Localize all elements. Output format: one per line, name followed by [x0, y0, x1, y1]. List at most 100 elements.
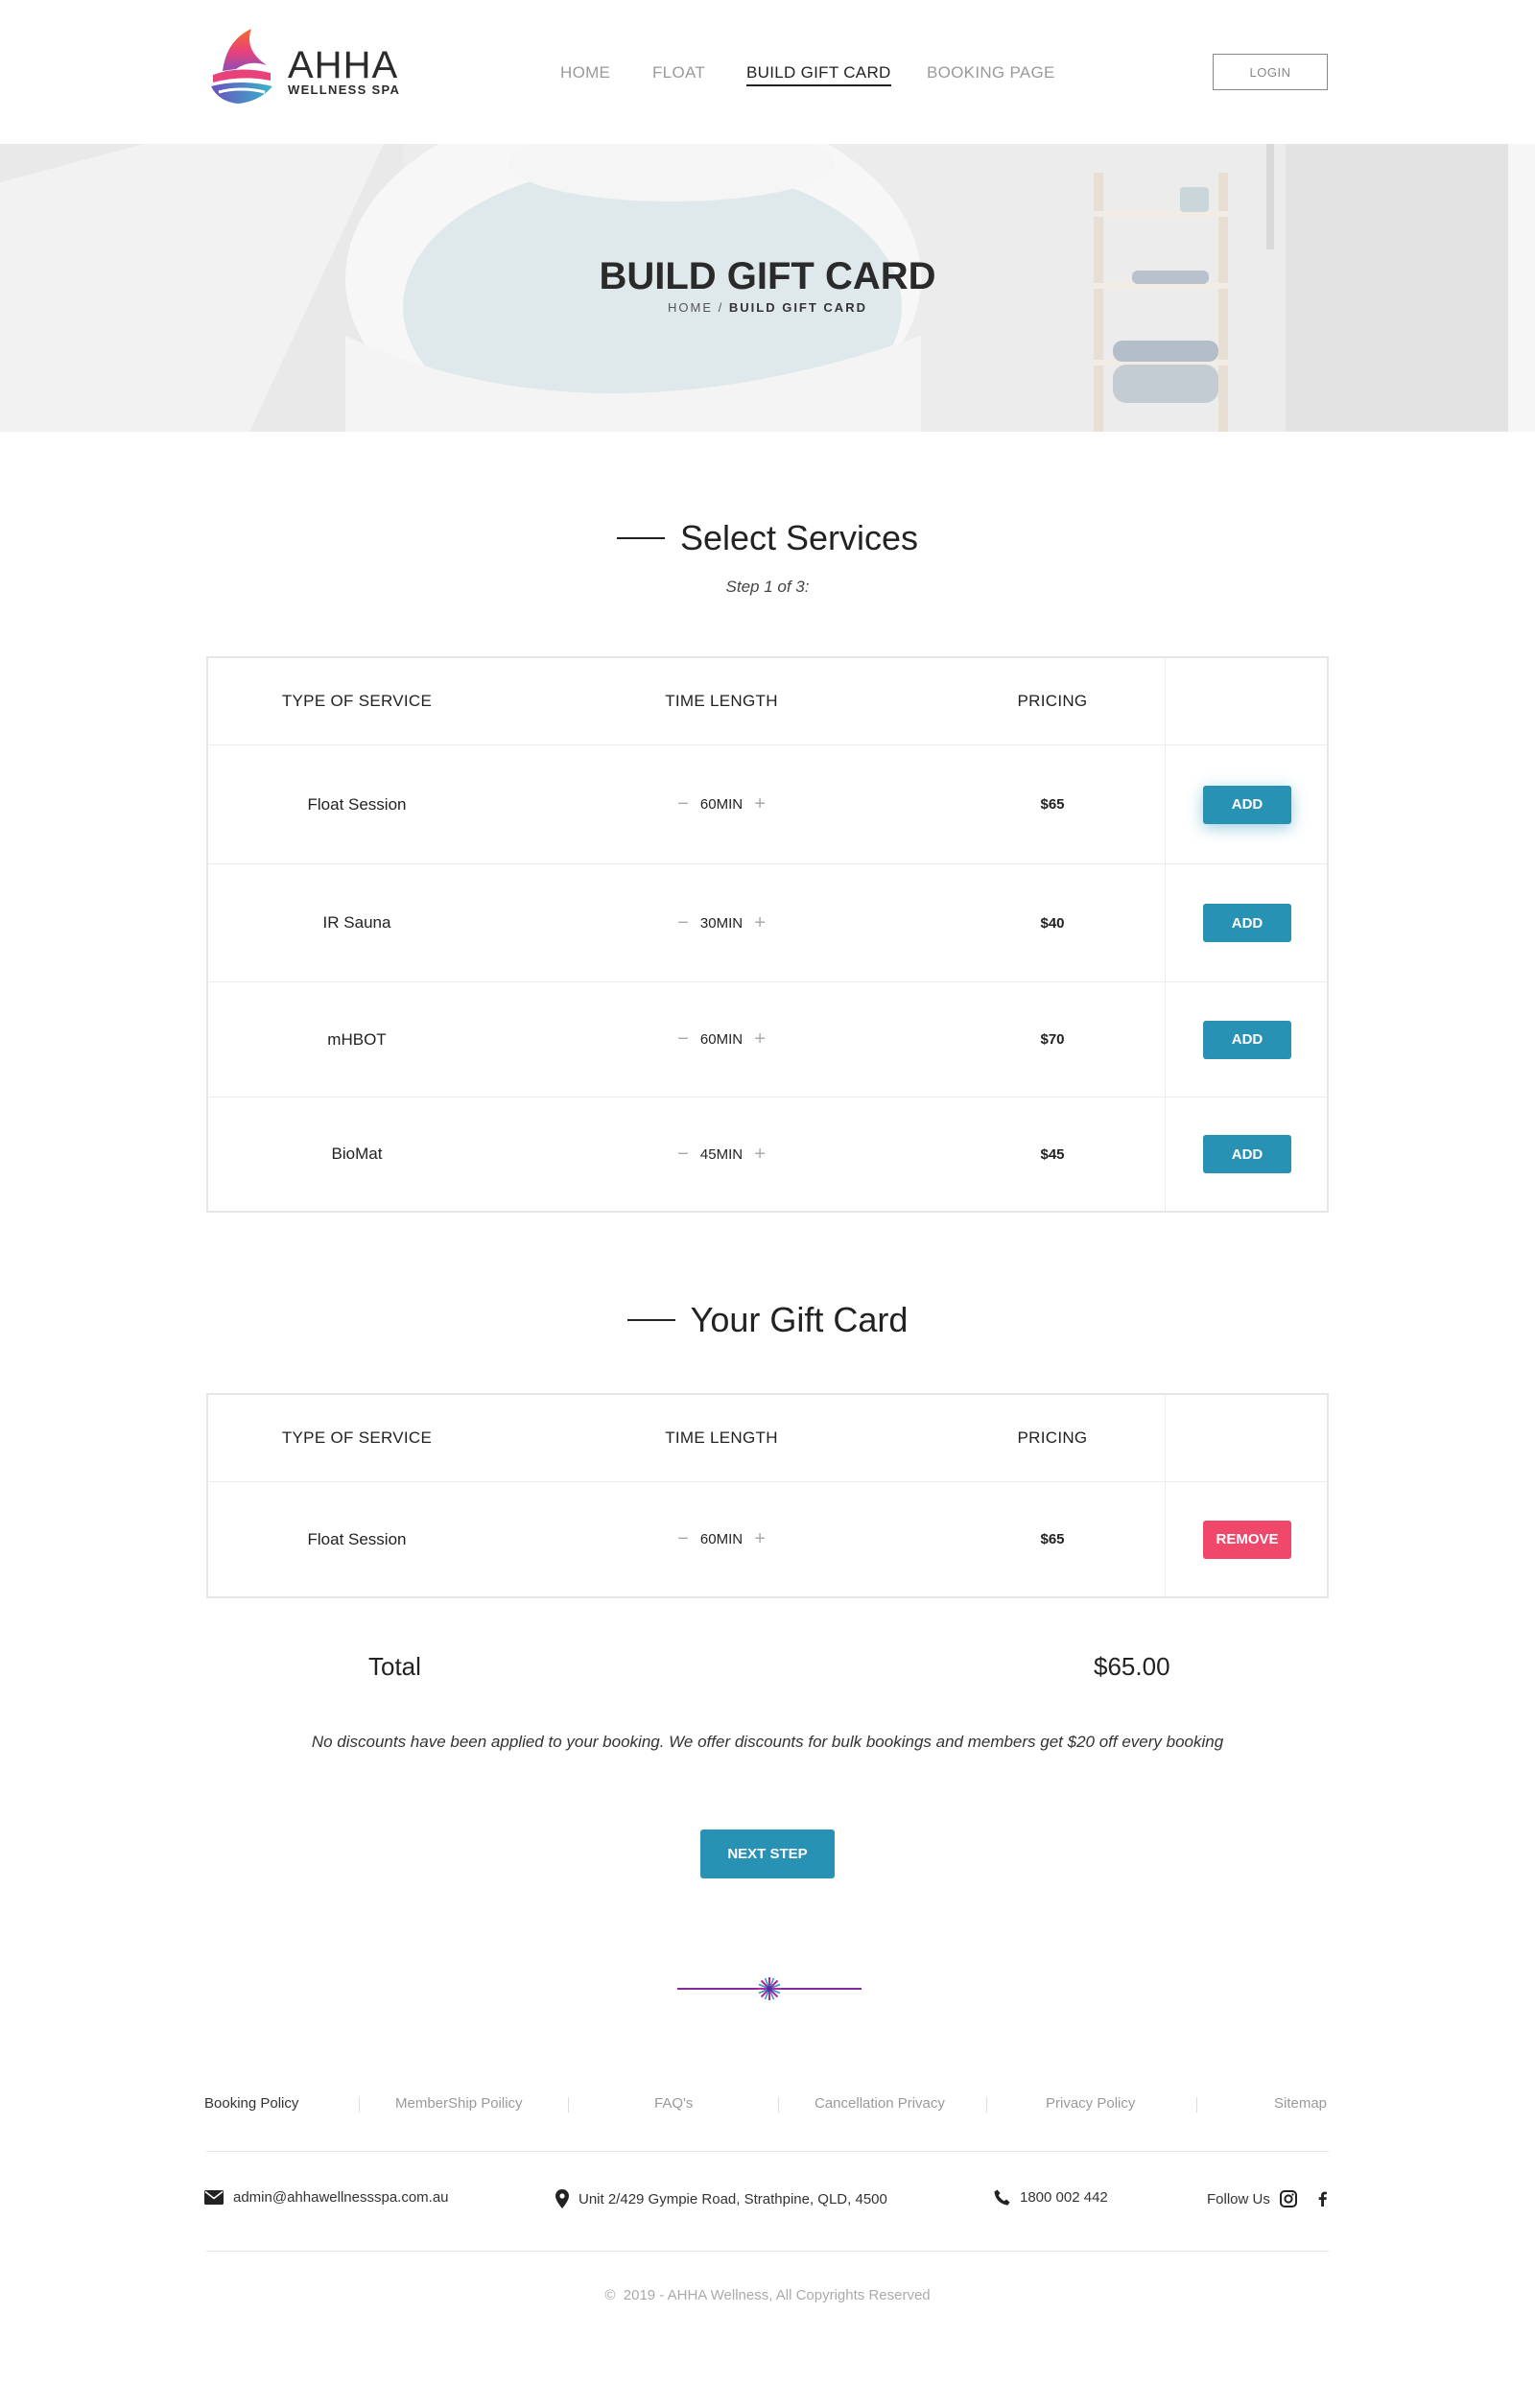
column-header-action	[1165, 658, 1329, 744]
select-services-title: Select Services	[679, 518, 919, 557]
column-header-price: PRICING	[1017, 692, 1088, 710]
footer-email: admin@ahhawellnessspa.com.au	[204, 2189, 449, 2206]
plus-icon[interactable]: +	[743, 1528, 777, 1550]
plus-icon[interactable]: +	[743, 793, 777, 815]
price-value: $65	[1040, 796, 1065, 813]
minus-icon[interactable]: −	[666, 912, 700, 934]
add-button[interactable]: ADD	[1203, 1135, 1291, 1173]
minus-icon[interactable]: −	[666, 1144, 700, 1166]
nav-item-booking-page[interactable]: BOOKING PAGE	[927, 63, 1055, 83]
email-link[interactable]: admin@ahhawellnessspa.com.au	[233, 2189, 449, 2206]
nav-item-float[interactable]: FLOAT	[652, 63, 705, 83]
heading-rule	[626, 1319, 675, 1321]
footer-divider	[206, 2251, 1329, 2252]
follow-label: Follow Us	[1207, 2190, 1270, 2207]
service-name: mHBOT	[327, 1029, 387, 1049]
service-name: Float Session	[307, 794, 407, 814]
breadcrumb-separator: /	[718, 300, 724, 315]
mail-icon	[204, 2190, 224, 2205]
breadcrumb: HOME / BUILD GIFT CARD	[0, 300, 1535, 315]
remove-button[interactable]: REMOVE	[1203, 1520, 1291, 1559]
price-cell: $70	[937, 982, 1168, 1097]
plus-icon[interactable]: +	[743, 1144, 777, 1166]
time-stepper: − 45MIN +	[506, 1098, 937, 1211]
breadcrumb-home[interactable]: HOME	[668, 300, 713, 315]
heading-rule	[616, 537, 665, 539]
footer-separator	[1196, 2097, 1197, 2113]
price-value: $40	[1040, 914, 1065, 932]
location-pin-icon	[555, 2189, 569, 2208]
action-cell: ADD	[1165, 982, 1329, 1097]
time-value: 30MIN	[699, 914, 744, 932]
plus-icon[interactable]: +	[743, 1028, 777, 1051]
time-stepper: − 60MIN +	[506, 745, 937, 863]
action-cell: ADD	[1165, 1098, 1329, 1211]
price-value: $70	[1040, 1031, 1065, 1048]
add-button[interactable]: ADD	[1203, 904, 1291, 942]
total-value: $65.00	[1094, 1652, 1170, 1681]
action-cell: REMOVE	[1165, 1482, 1329, 1596]
site-header: AHHA WELLNESS SPA HOME FLOAT BUILD GIFT …	[0, 0, 1535, 144]
add-button[interactable]: ADD	[1203, 1020, 1291, 1059]
copyright-symbol: ©	[604, 2287, 616, 2303]
service-name: BioMat	[331, 1145, 383, 1163]
facebook-icon[interactable]	[1318, 2191, 1327, 2207]
phone-link[interactable]: 1800 002 442	[1020, 2189, 1108, 2206]
instagram-icon[interactable]	[1279, 2190, 1297, 2207]
time-value: 45MIN	[699, 1145, 744, 1163]
social-follow: Follow Us	[1207, 2190, 1327, 2207]
login-button[interactable]: LOGIN	[1213, 54, 1328, 90]
table-header-row: TYPE OF SERVICE TIME LENGTH PRICING	[208, 658, 1327, 744]
gift-card-title: Your Gift Card	[690, 1300, 909, 1339]
footer-separator	[778, 2097, 779, 2113]
price-value: $65	[1040, 1531, 1065, 1547]
table-row: BioMat − 45MIN + $45 ADD	[208, 1097, 1327, 1211]
action-cell: ADD	[1165, 864, 1329, 981]
copyright-text: 2019 - AHHA Wellness, All Copyrights Res…	[623, 2287, 931, 2303]
starburst-divider-icon	[677, 1977, 862, 2000]
time-value: 60MIN	[699, 1531, 744, 1547]
footer-link-faqs[interactable]: FAQ's	[654, 2095, 693, 2112]
footer-link-privacy-policy[interactable]: Privacy Policy	[1046, 2095, 1135, 2112]
services-table: TYPE OF SERVICE TIME LENGTH PRICING Floa…	[206, 656, 1329, 1213]
time-stepper: − 60MIN +	[506, 1482, 937, 1596]
add-button[interactable]: ADD	[1203, 785, 1291, 824]
footer-separator	[568, 2097, 569, 2113]
footer-separator	[359, 2097, 360, 2113]
footer-link-sitemap[interactable]: Sitemap	[1274, 2095, 1327, 2112]
gift-card-table: TYPE OF SERVICE TIME LENGTH PRICING Floa…	[206, 1393, 1329, 1598]
footer-link-membership-policy[interactable]: MemberShip Poilicy	[395, 2095, 523, 2112]
minus-icon[interactable]: −	[666, 1028, 700, 1051]
footer-link-cancellation-privacy[interactable]: Cancellation Privacy	[815, 2095, 945, 2112]
copyright: © 2019 - AHHA Wellness, All Copyrights R…	[0, 2287, 1535, 2303]
address-text: Unit 2/429 Gympie Road, Strathpine, QLD,…	[579, 2190, 887, 2207]
column-header-type: TYPE OF SERVICE	[281, 692, 433, 710]
nav-item-build-gift-card[interactable]: BUILD GIFT CARD	[746, 63, 891, 86]
time-value: 60MIN	[699, 1031, 744, 1048]
next-step-button[interactable]: NEXT STEP	[700, 1830, 835, 1878]
service-name: IR Sauna	[322, 913, 391, 932]
column-header-time: TIME LENGTH	[665, 692, 778, 710]
plus-icon[interactable]: +	[743, 912, 777, 934]
nav-item-home[interactable]: HOME	[560, 63, 610, 83]
footer-phone: 1800 002 442	[994, 2189, 1108, 2206]
price-cell: $65	[937, 745, 1168, 863]
price-cell: $45	[937, 1098, 1168, 1211]
table-row: Float Session − 60MIN + $65 REMOVE	[208, 1481, 1327, 1596]
footer-link-booking-policy[interactable]: Booking Policy	[204, 2095, 298, 2112]
minus-icon[interactable]: −	[666, 1528, 700, 1550]
total-label: Total	[368, 1652, 421, 1681]
price-cell: $40	[937, 864, 1168, 981]
table-header-row: TYPE OF SERVICE TIME LENGTH PRICING	[208, 1395, 1327, 1481]
time-value: 60MIN	[699, 796, 744, 813]
minus-icon[interactable]: −	[666, 793, 700, 815]
action-cell: ADD	[1165, 745, 1329, 863]
select-services-heading: Select Services	[0, 518, 1535, 558]
time-stepper: − 60MIN +	[506, 982, 937, 1097]
service-name: Float Session	[307, 1529, 407, 1548]
footer-links: Booking Policy MemberShip Poilicy FAQ's …	[0, 2095, 1535, 2116]
breadcrumb-current: BUILD GIFT CARD	[728, 300, 867, 315]
phone-icon	[994, 2189, 1010, 2206]
table-row: mHBOT − 60MIN + $70 ADD	[208, 981, 1327, 1097]
column-header-price: PRICING	[1017, 1428, 1088, 1447]
